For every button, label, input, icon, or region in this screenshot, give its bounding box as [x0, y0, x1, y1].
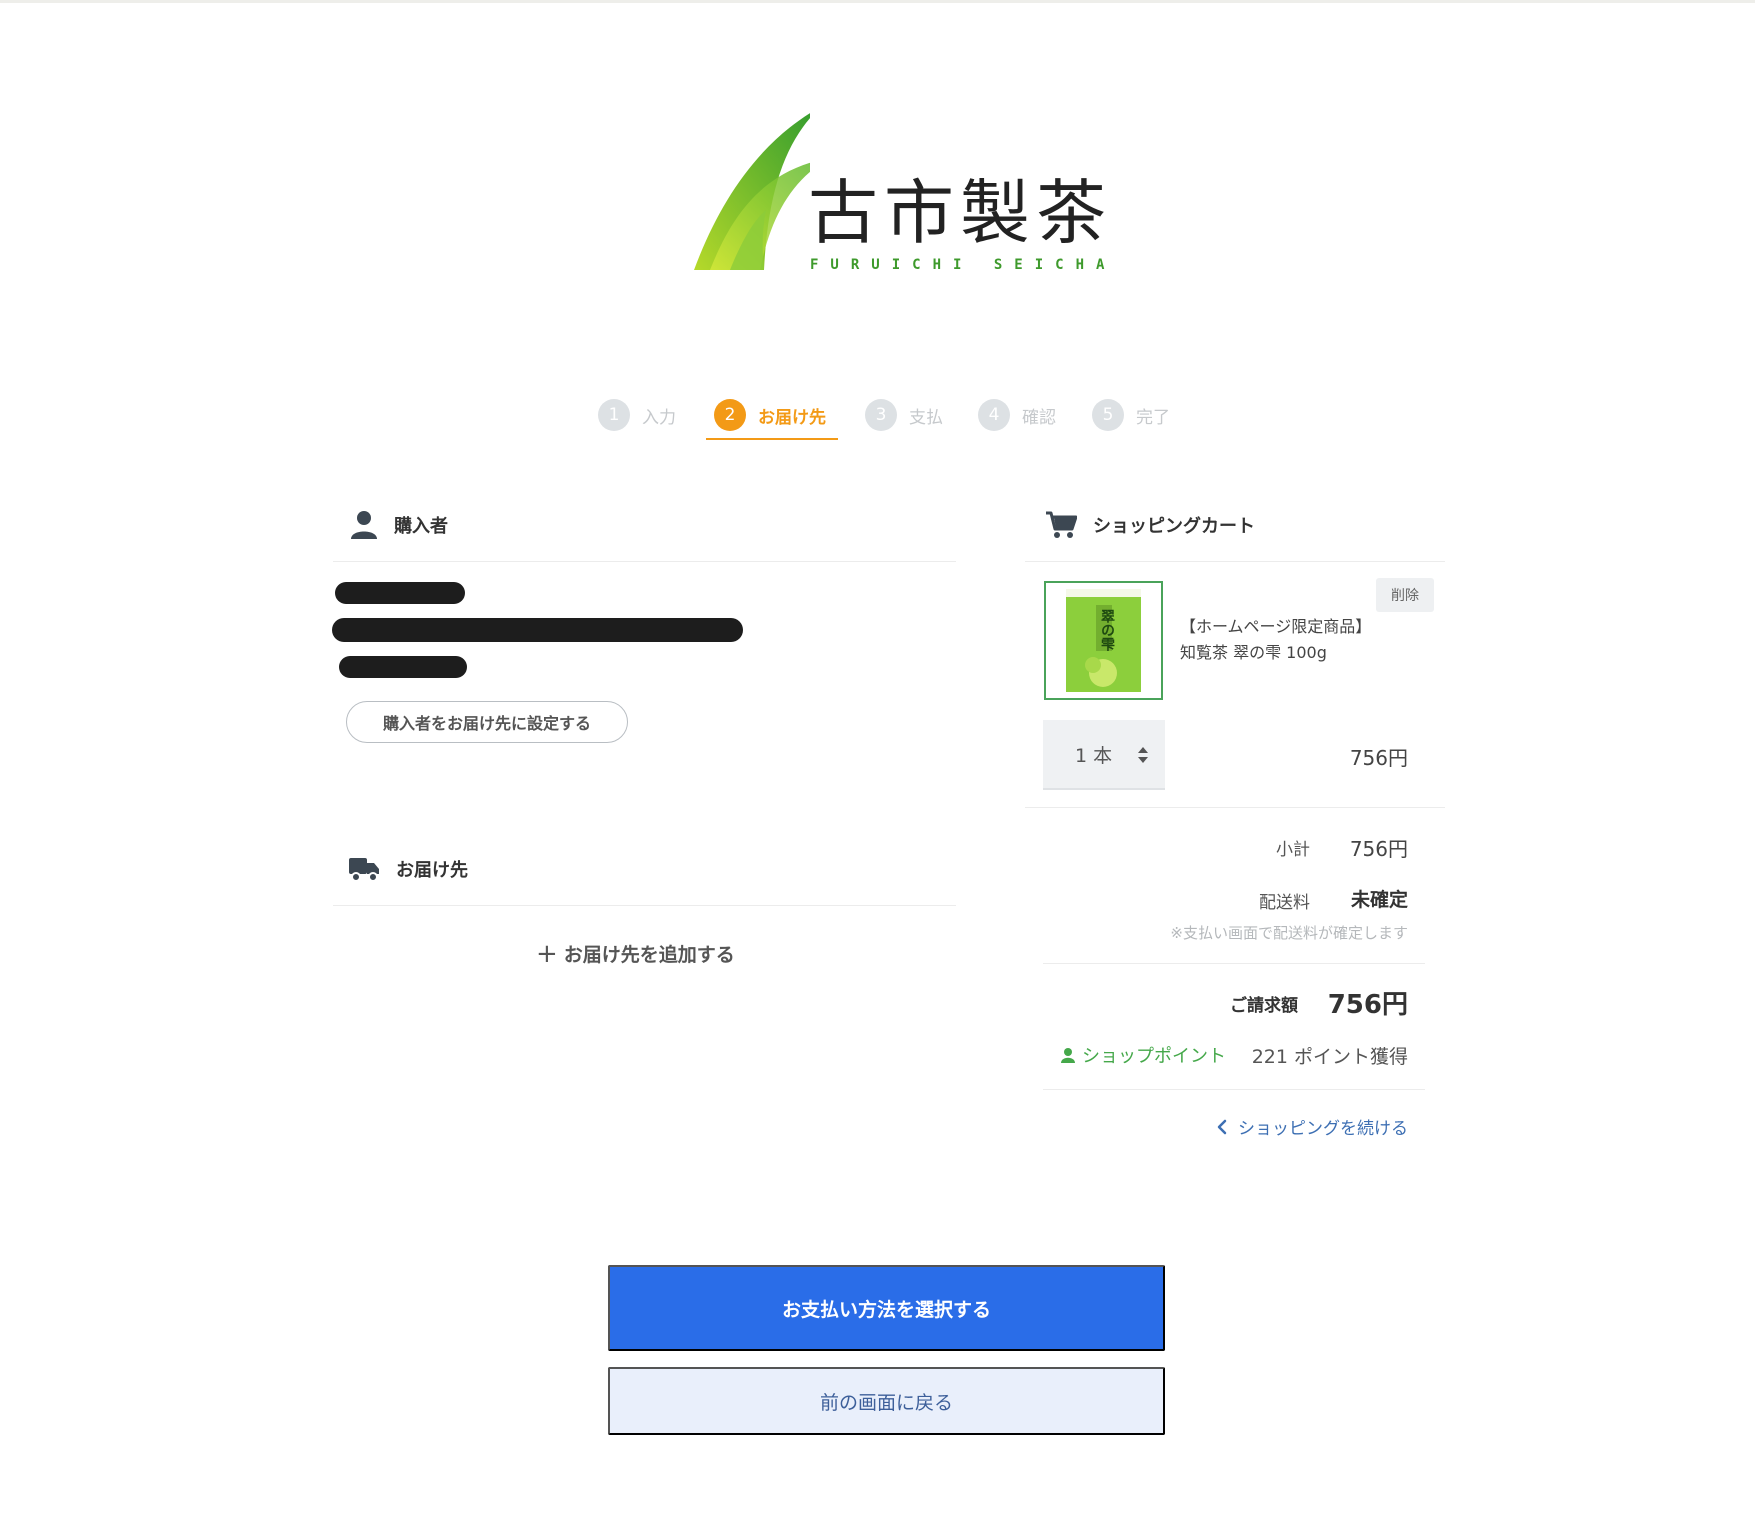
subtotal-value: 756円	[1349, 837, 1408, 861]
purchaser-divider	[333, 561, 956, 562]
item-price: 756円	[1349, 746, 1408, 770]
person-small-icon	[1061, 1048, 1075, 1063]
truck-icon	[349, 858, 379, 882]
brand-name-roman: FURUICHI SEICHA	[810, 257, 1117, 273]
step-payment: 3 支払	[865, 395, 943, 435]
step-number: 4	[978, 399, 1010, 431]
step-label: 確認	[1022, 407, 1056, 428]
step-delivery: 2 お届け先	[714, 395, 826, 435]
cart-icon	[1046, 511, 1077, 538]
shipping-note: ※支払い画面で配送料が確定します	[1170, 924, 1408, 942]
continue-shopping-link[interactable]: ショッピングを続ける	[1216, 1114, 1408, 1139]
top-border	[0, 0, 1755, 3]
points-divider	[1043, 1089, 1425, 1090]
cart-header: ショッピングカート	[1045, 510, 1255, 540]
chevron-left-icon	[1217, 1119, 1227, 1134]
step-number: 2	[714, 399, 746, 431]
step-input: 1 入力	[598, 395, 676, 435]
step-label: お届け先	[758, 407, 826, 428]
shop-points-link[interactable]: ショップポイント	[1060, 1042, 1226, 1068]
back-button[interactable]: 前の画面に戻る	[608, 1367, 1165, 1435]
continue-shopping-label: ショッピングを続ける	[1238, 1119, 1408, 1139]
redacted-name	[339, 656, 467, 678]
product-image[interactable]: 翠の雫	[1044, 581, 1163, 700]
step-label: 完了	[1136, 407, 1170, 428]
tea-leaf-logo-icon	[694, 113, 810, 270]
product-name[interactable]: 【ホームページ限定商品】 知覧茶 翠の雫 100g	[1180, 614, 1380, 666]
step-complete: 5 完了	[1092, 395, 1170, 435]
quantity-value: 1 本	[1075, 744, 1113, 767]
item-divider	[1025, 807, 1445, 808]
brand-name-kanji: 古市製茶	[808, 172, 1112, 254]
delivery-header: お届け先	[348, 855, 468, 883]
step-number: 3	[865, 399, 897, 431]
total-value: 756円	[1327, 990, 1408, 1020]
delete-item-button[interactable]: 削除	[1376, 578, 1434, 612]
shipping-label: 配送料	[1259, 893, 1310, 913]
step-label: 入力	[642, 407, 676, 428]
select-payment-method-button[interactable]: お支払い方法を選択する	[608, 1265, 1165, 1351]
redacted-postal-code	[335, 582, 465, 604]
delivery-divider	[333, 905, 956, 906]
step-label: 支払	[909, 407, 943, 428]
redacted-address	[332, 618, 743, 642]
cart-divider	[1025, 561, 1445, 562]
total-label: ご請求額	[1230, 996, 1298, 1016]
step-confirm: 4 確認	[978, 395, 1056, 435]
set-purchaser-as-delivery-button[interactable]: 購入者をお届け先に設定する	[346, 701, 628, 743]
purchaser-header: 購入者	[350, 510, 448, 540]
subtotal-label: 小計	[1276, 840, 1310, 860]
cart-title: ショッピングカート	[1093, 516, 1255, 537]
add-delivery-link[interactable]: + お届け先を追加する	[536, 940, 735, 967]
quantity-select[interactable]: 1 本	[1043, 720, 1165, 790]
purchaser-title: 購入者	[394, 516, 448, 537]
person-icon	[351, 511, 377, 539]
step-number: 5	[1092, 399, 1124, 431]
shop-points-label: ショップポイント	[1082, 1046, 1226, 1067]
delivery-title: お届け先	[396, 860, 468, 881]
up-down-arrows-icon	[1138, 747, 1148, 763]
totals-divider	[1043, 963, 1425, 964]
shipping-value: 未確定	[1350, 889, 1408, 911]
add-delivery-label: お届け先を追加する	[563, 944, 735, 966]
points-earned: 221 ポイント獲得	[1251, 1046, 1408, 1068]
brand-logo[interactable]: 古市製茶 FURUICHI SEICHA	[690, 100, 1106, 280]
step-number: 1	[598, 399, 630, 431]
plus-icon: +	[536, 938, 558, 969]
active-step-indicator	[706, 438, 838, 440]
product-image-text: 翠の雫	[1099, 609, 1115, 651]
